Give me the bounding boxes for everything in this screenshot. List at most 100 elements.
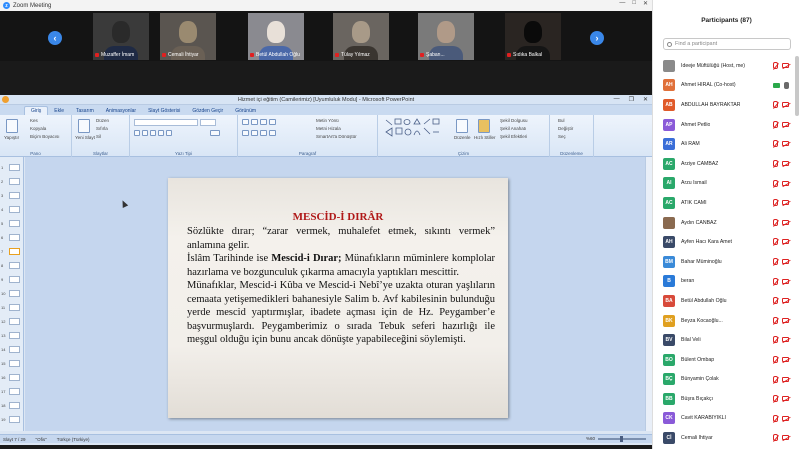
ppt-minimize-icon[interactable]: —: [614, 96, 620, 103]
vertical-scrollbar[interactable]: [645, 157, 652, 431]
font-color-icon[interactable]: [210, 130, 220, 136]
tab-design[interactable]: Tasarım: [70, 107, 100, 115]
tab-review[interactable]: Gözden Geçir: [186, 107, 229, 115]
new-slide-icon[interactable]: [78, 119, 90, 133]
increase-indent-icon[interactable]: [269, 119, 276, 125]
participant-row[interactable]: BV Bilal Veli: [653, 330, 795, 350]
minimize-icon[interactable]: —: [619, 0, 625, 7]
slide-thumbnail[interactable]: [9, 318, 20, 325]
select-button[interactable]: Seç: [558, 134, 566, 139]
video-tile[interactable]: Muzaffer İmam: [93, 13, 149, 60]
numbering-icon[interactable]: [251, 119, 258, 125]
slide-thumbnail[interactable]: [9, 290, 20, 297]
find-button[interactable]: Bul: [558, 118, 565, 123]
participant-row[interactable]: AC ATIK CAMİ: [653, 193, 795, 213]
participant-row[interactable]: AH Ayfen Hacı Kara Amet: [653, 232, 795, 252]
slide-thumbnail[interactable]: [9, 346, 20, 353]
participant-row[interactable]: BM Bahar Müminoğlu: [653, 252, 795, 272]
slide-thumbnail[interactable]: [9, 192, 20, 199]
slide-thumbnail[interactable]: [9, 332, 20, 339]
participant-row[interactable]: CK Cavit KARABIYIKLI: [653, 409, 795, 429]
arrange-icon[interactable]: [456, 119, 468, 133]
participant-row[interactable]: BA Betül Abdullah Oğlu: [653, 291, 795, 311]
slide-thumbnail[interactable]: [9, 304, 20, 311]
tab-slideshow[interactable]: Slayt Gösterisi: [142, 107, 186, 115]
slide-thumbnail[interactable]: [9, 360, 20, 367]
align-text-button[interactable]: Metni Hizala: [316, 126, 341, 131]
paste-button[interactable]: Yapıştır: [4, 135, 19, 140]
cut-button[interactable]: Kes: [30, 118, 38, 123]
slide-thumbnail-selected[interactable]: [9, 248, 20, 255]
participant-row[interactable]: Cİ Cemali İhtiyar: [653, 428, 795, 448]
slide-thumbnail[interactable]: [9, 402, 20, 409]
underline-icon[interactable]: [150, 130, 156, 136]
ppt-close-icon[interactable]: ✕: [643, 96, 648, 103]
strikethrough-icon[interactable]: [158, 130, 164, 136]
participant-row[interactable]: BÇ Bünyamin Çolak: [653, 370, 795, 390]
quick-styles-icon[interactable]: [478, 119, 490, 133]
slide-thumbnail[interactable]: [9, 374, 20, 381]
align-center-icon[interactable]: [251, 130, 258, 136]
zoom-level[interactable]: %60: [586, 436, 595, 441]
zoom-slider-knob[interactable]: [620, 435, 623, 442]
shadow-icon[interactable]: [166, 130, 172, 136]
reset-button[interactable]: Sıfırla: [96, 126, 108, 131]
justify-icon[interactable]: [269, 130, 276, 136]
font-name-field[interactable]: [134, 119, 198, 126]
layout-button[interactable]: Düzen: [96, 118, 109, 123]
shapes-gallery-icon[interactable]: [384, 118, 444, 142]
font-size-field[interactable]: [200, 119, 216, 126]
arrange-button[interactable]: Düzenle: [454, 135, 471, 140]
participant-row[interactable]: İdeeje Müftülüğü (Host, me): [653, 56, 795, 76]
tab-animations[interactable]: Animasyonlar: [100, 107, 142, 115]
slide-thumbnail[interactable]: [9, 178, 20, 185]
quick-styles-button[interactable]: Hızlı Stiller: [474, 135, 496, 140]
tab-home[interactable]: Giriş: [24, 106, 49, 115]
participant-row[interactable]: AB ABDULLAH BAYRAKTAR: [653, 95, 795, 115]
ppt-restore-icon[interactable]: ❐: [629, 96, 634, 103]
participant-search-input[interactable]: Find a participant: [663, 38, 791, 50]
participant-row[interactable]: BK Beyza Kocaoğlu...: [653, 311, 795, 331]
video-tile[interactable]: Şaban...: [418, 13, 474, 60]
participant-row[interactable]: BO Bülent Ombap: [653, 350, 795, 370]
video-tile[interactable]: Betül Abdullah Oğlu: [248, 13, 304, 60]
participant-row[interactable]: Bberan: [653, 272, 795, 292]
participant-list-scrollbar[interactable]: [795, 56, 799, 116]
participant-row[interactable]: AH Ahmet HİRAL (Co-host): [653, 76, 795, 96]
slide-thumbnail[interactable]: [9, 388, 20, 395]
italic-icon[interactable]: [142, 130, 148, 136]
tab-view[interactable]: Görünüm: [229, 107, 262, 115]
align-right-icon[interactable]: [260, 130, 267, 136]
decrease-indent-icon[interactable]: [260, 119, 267, 125]
new-slide-button[interactable]: Yeni Slayt: [75, 135, 95, 140]
slide-thumbnail[interactable]: [9, 262, 20, 269]
replace-button[interactable]: Değiştir: [558, 126, 573, 131]
tab-insert[interactable]: Ekle: [48, 107, 70, 115]
participant-row[interactable]: AP Ahmet Petlio: [653, 115, 795, 135]
align-left-icon[interactable]: [242, 130, 249, 136]
gallery-next-button[interactable]: ›: [590, 31, 604, 45]
format-painter-button[interactable]: Biçim Boyacısı: [30, 134, 60, 139]
participant-row[interactable]: BB Büşra Bıçakçı: [653, 389, 795, 409]
participant-row[interactable]: AI Arzu İsmail: [653, 174, 795, 194]
participant-row[interactable]: AR Ali RAM: [653, 134, 795, 154]
participant-row[interactable]: AC Arziye CAMBAZ: [653, 154, 795, 174]
shape-fill-button[interactable]: Şekil Dolgusu: [500, 118, 528, 123]
copy-button[interactable]: Kopyala: [30, 126, 46, 131]
shape-outline-button[interactable]: Şekil Anahatı: [500, 126, 526, 131]
slide-canvas[interactable]: MESCİD-İ DIRÂR Sözlükte dırar; “zarar ve…: [168, 178, 508, 418]
gallery-prev-button[interactable]: ‹: [48, 31, 62, 45]
video-tile[interactable]: Cemali İhtiyar: [160, 13, 216, 60]
participant-row[interactable]: Aydın CANBAZ: [653, 213, 795, 233]
delete-button[interactable]: Sil: [96, 134, 101, 139]
convert-smartart-button[interactable]: SmartArt'a Dönüştür: [316, 134, 357, 139]
slide-thumbnail[interactable]: [9, 234, 20, 241]
zoom-slider[interactable]: [598, 435, 646, 442]
text-direction-button[interactable]: Metin Yönü: [316, 118, 339, 123]
slide-thumbnail[interactable]: [9, 276, 20, 283]
bold-icon[interactable]: [134, 130, 140, 136]
shape-effects-button[interactable]: Şekil Efektleri: [500, 134, 527, 139]
slide-thumbnail[interactable]: [9, 220, 20, 227]
bullets-icon[interactable]: [242, 119, 249, 125]
video-tile[interactable]: Sıdıka Balkal: [505, 13, 561, 60]
